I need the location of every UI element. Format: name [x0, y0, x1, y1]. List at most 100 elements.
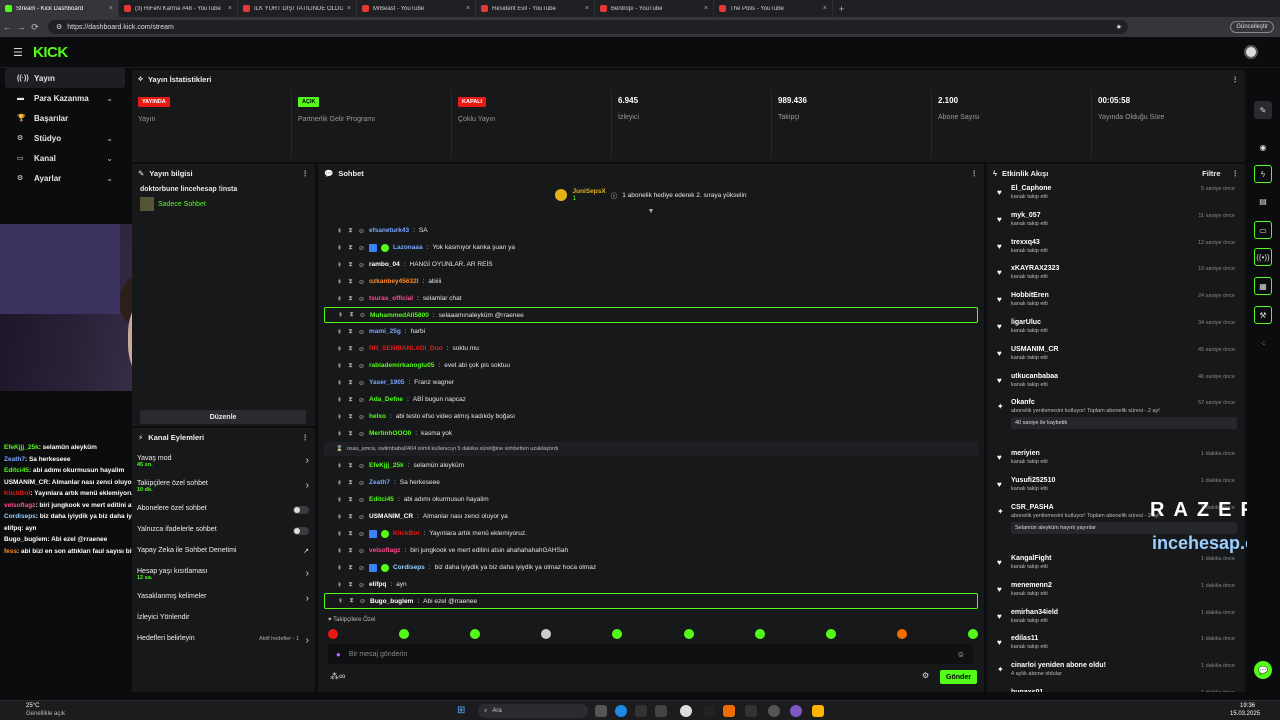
- browser-tab[interactable]: İLK YURT DIŞI TATİLİNDE ÖLDÜR... ×: [238, 0, 357, 17]
- chat-username[interactable]: RR_SENIBANLADI_Duo: [369, 345, 443, 352]
- nav-item[interactable]: ((·)) Yayın: [5, 68, 125, 88]
- app-purple-icon[interactable]: [790, 705, 802, 717]
- kick-logo[interactable]: KICK: [33, 44, 68, 61]
- emote-icon[interactable]: [612, 629, 623, 639]
- pin-message-icon[interactable]: ⇞: [336, 462, 343, 470]
- obs-icon[interactable]: [768, 705, 780, 717]
- chat-tools-icon[interactable]: ⁂∞: [330, 671, 345, 682]
- chat-message[interactable]: ⇞ ⧗ ⊘ helxo: abi testo efso video atmış kadı…: [324, 408, 978, 425]
- timeout-icon[interactable]: ⧗: [347, 547, 354, 555]
- pin-message-icon[interactable]: ⇞: [336, 396, 343, 404]
- app-circle-icon[interactable]: [745, 705, 757, 717]
- emote-icon[interactable]: [896, 629, 907, 639]
- chat-username[interactable]: Lazonaaa: [393, 244, 423, 251]
- emote-icon[interactable]: [541, 629, 552, 639]
- pin-message-icon[interactable]: ⇞: [336, 479, 343, 487]
- pin-message-icon[interactable]: ⇞: [336, 530, 343, 538]
- ban-icon[interactable]: ⊘: [359, 311, 366, 319]
- site-info-icon[interactable]: ⚙: [56, 23, 62, 31]
- timeout-icon[interactable]: ⧗: [347, 244, 354, 252]
- activity-item[interactable]: ✦ cinarloi yeniden abone oldu! 4 aylık abo…: [987, 659, 1245, 686]
- more-icon[interactable]: ⋮: [302, 433, 310, 442]
- timeout-icon[interactable]: ⧗: [347, 430, 354, 438]
- more-icon[interactable]: ⋮: [1232, 169, 1240, 178]
- timeout-icon[interactable]: ⧗: [347, 496, 354, 504]
- ban-icon[interactable]: ⊘: [358, 413, 365, 421]
- timeout-icon[interactable]: ⧗: [347, 513, 354, 521]
- reload-icon[interactable]: ⟳: [28, 22, 42, 33]
- timeout-icon[interactable]: ⧗: [347, 261, 354, 269]
- ban-icon[interactable]: ⊘: [358, 345, 365, 353]
- ban-icon[interactable]: ⊘: [358, 362, 365, 370]
- browser-tab[interactable]: MrBeast - YouTube ×: [357, 0, 476, 17]
- store-icon[interactable]: [655, 705, 667, 717]
- close-icon[interactable]: ×: [585, 5, 589, 12]
- channel-action-item[interactable]: Yavaş mod 45 sn. ›: [132, 452, 315, 477]
- chat-message[interactable]: ⇞ ⧗ ⊘ Editci45: abi adımı okurmusun hayalim: [324, 491, 978, 508]
- browser-tab[interactable]: (3) RiFeN Karma #48 - YouTube ×: [119, 0, 238, 17]
- chat-tool-icon[interactable]: ▭: [1254, 221, 1272, 239]
- bookmark-icon[interactable]: ★: [1116, 23, 1122, 31]
- pin-message-icon[interactable]: ⇞: [336, 328, 343, 336]
- timeout-icon[interactable]: ⧗: [348, 311, 355, 319]
- chat-message[interactable]: ⇞ ⧗ ⊘ EfeKjjj_25k: selamün aleyküm: [324, 457, 978, 474]
- avatar[interactable]: [1244, 45, 1258, 59]
- chat-message[interactable]: ⇞ ⧗ ⊘ Bugo_buglem: Abi ezel @rraenee: [324, 593, 978, 609]
- timeout-icon[interactable]: ⧗: [347, 328, 354, 336]
- activity-item[interactable]: ♥ emirhan34ield kanalı takip etti 1 dakika …: [987, 606, 1245, 633]
- pin-icon[interactable]: ▼: [318, 208, 984, 222]
- ban-icon[interactable]: ⊘: [358, 547, 365, 555]
- browser-tab[interactable]: The Polis - YouTube ×: [714, 0, 833, 17]
- chat-message[interactable]: ⇞ ⧗ ⊘ tsuras_official: selamlar chat: [324, 290, 978, 307]
- more-icon[interactable]: ⋮: [1232, 75, 1240, 84]
- more-icon[interactable]: ⋮: [302, 169, 310, 178]
- ban-icon[interactable]: ⊘: [358, 396, 365, 404]
- activity-item[interactable]: ♥ El_Caphone kanalı takip etti 5 saniye önc…: [987, 182, 1245, 209]
- pin-message-icon[interactable]: ⇞: [336, 227, 343, 235]
- activity-item[interactable]: ♥ xKAYRAX2323 kanalı takip etti 19 saniye ö…: [987, 262, 1245, 289]
- ban-icon[interactable]: ⊘: [358, 479, 365, 487]
- activity-item[interactable]: ♥ myk_057 kanalı takip etti 11 saniye önce: [987, 209, 1245, 236]
- ban-icon[interactable]: ⊘: [358, 530, 365, 538]
- chat-message[interactable]: ⇞ ⧗ ⊘ KlickBot: Yayınlara artık menü eklemiy…: [324, 525, 978, 542]
- timeout-icon[interactable]: ⧗: [347, 462, 354, 470]
- pin-message-icon[interactable]: ⇞: [336, 496, 343, 504]
- activity-item[interactable]: ♥ utkucanbabaa kanalı takip etti 46 saniye …: [987, 370, 1245, 397]
- ban-icon[interactable]: ⊘: [358, 278, 365, 286]
- pin-message-icon[interactable]: ⇞: [336, 379, 343, 387]
- timeout-icon[interactable]: ⧗: [347, 479, 354, 487]
- ban-icon[interactable]: ⊘: [358, 379, 365, 387]
- timeout-icon[interactable]: ⧗: [347, 362, 354, 370]
- chat-username[interactable]: MuhammedAli5800: [370, 312, 429, 319]
- chat-message[interactable]: ⇞ ⧗ ⊘ efsaneturk43: SA: [324, 222, 978, 239]
- chat-username[interactable]: ozkanbey45632I: [369, 278, 419, 285]
- chat-message[interactable]: ⇞ ⧗ ⊘ Cordiseps: biz daha iyiydik ya biz dah…: [324, 559, 978, 576]
- pin-message-icon[interactable]: ⇞: [336, 564, 343, 572]
- emote-icon[interactable]: [825, 629, 836, 639]
- edit-icon[interactable]: ✎: [1254, 101, 1272, 119]
- timeout-icon[interactable]: ⧗: [348, 597, 355, 605]
- chat-message[interactable]: ⇞ ⧗ ⊘ rabiademirkanoglu05: evet abi çok pis …: [324, 357, 978, 374]
- chat-username[interactable]: rabiademirkanoglu05: [369, 362, 434, 369]
- channel-action-item[interactable]: Abonelere özel sohbet: [132, 502, 315, 523]
- emoji-icon[interactable]: ☺: [957, 650, 965, 659]
- chat-message[interactable]: ⇞ ⧗ ⊘ MertinhOOO0: kasma yok: [324, 425, 978, 442]
- chat-message[interactable]: ⇞ ⧗ ⊘ RR_SENIBANLADI_Duo: soktu mu: [324, 340, 978, 357]
- nav-item[interactable]: ⚙ Ayarlar ⌄: [5, 168, 125, 188]
- pin-message-icon[interactable]: ⇞: [336, 430, 343, 438]
- activity-item[interactable]: ♥bugaxs011 dakika önce: [987, 686, 1245, 692]
- chat-message[interactable]: ⇞ ⧗ ⊘ MuhammedAli5800: selaaamınaleyküm @rra…: [324, 307, 978, 323]
- chat-username[interactable]: Yaser_1905: [369, 379, 404, 386]
- new-tab-button[interactable]: +: [833, 4, 850, 14]
- wrench-icon[interactable]: ⚒: [1254, 306, 1272, 324]
- timeout-icon[interactable]: ⧗: [347, 227, 354, 235]
- gift-top-user[interactable]: JuniSepsX: [572, 188, 605, 195]
- filter-button[interactable]: Filtre: [1202, 169, 1220, 178]
- close-icon[interactable]: ×: [704, 5, 708, 12]
- emote-icon[interactable]: [470, 629, 481, 639]
- nav-item[interactable]: ⚙ Stüdyo ⌄: [5, 128, 125, 148]
- ban-icon[interactable]: ⊘: [358, 227, 365, 235]
- chat-username[interactable]: Bugo_buglem: [370, 598, 413, 605]
- emote-icon[interactable]: [328, 629, 338, 639]
- chat-settings-icon[interactable]: ⚙: [922, 671, 929, 680]
